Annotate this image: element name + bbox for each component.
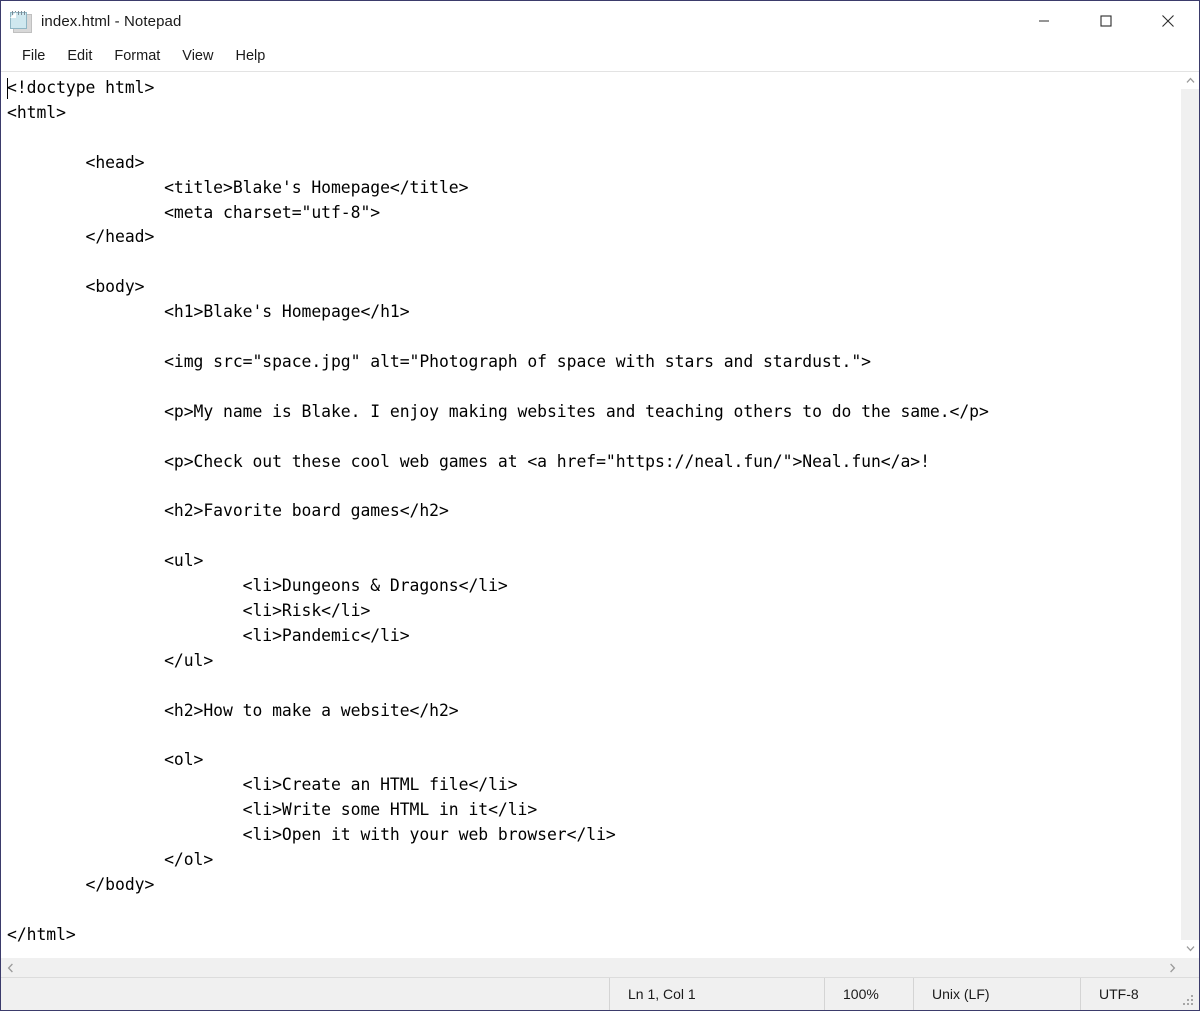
status-encoding: UTF-8 [1080,978,1199,1010]
close-button[interactable] [1137,1,1199,41]
text-editor-area[interactable]: <!doctype html> <html> <head> <title>Bla… [1,72,1180,957]
vertical-scroll-thumb[interactable] [1181,89,1199,940]
menu-item-view[interactable]: View [171,44,224,68]
menu-item-edit[interactable]: Edit [56,44,103,68]
status-bar-spacer [1,978,609,1010]
chevron-up-icon [1186,77,1195,84]
horizontal-scroll-thumb[interactable] [19,958,1163,977]
chevron-left-icon [7,963,14,973]
window-controls [1013,1,1199,41]
menu-item-format[interactable]: Format [103,44,171,68]
chevron-down-icon [1186,945,1195,952]
scrollbar-corner [1181,958,1199,977]
maximize-icon [1100,15,1112,27]
vertical-scrollbar[interactable] [1180,72,1199,957]
scroll-right-button[interactable] [1163,958,1181,977]
horizontal-scrollbar[interactable] [1,957,1199,977]
notepad-icon [9,10,31,32]
notepad-window: index.html - Notepad File [0,0,1200,1011]
scroll-down-button[interactable] [1181,940,1199,957]
resize-grip-icon[interactable] [1183,995,1195,1007]
editor-region: <!doctype html> <html> <head> <title>Bla… [1,71,1199,977]
editor-row: <!doctype html> <html> <head> <title>Bla… [1,72,1199,957]
menu-bar: File Edit Format View Help [1,41,1199,71]
text-caret [7,78,8,99]
status-zoom-level[interactable]: 100% [824,978,913,1010]
minimize-icon [1038,15,1050,27]
title-bar[interactable]: index.html - Notepad [1,1,1199,41]
maximize-button[interactable] [1075,1,1137,41]
status-line-ending: Unix (LF) [913,978,1080,1010]
status-bar: Ln 1, Col 1 100% Unix (LF) UTF-8 [1,977,1199,1010]
minimize-button[interactable] [1013,1,1075,41]
scroll-left-button[interactable] [1,958,19,977]
chevron-right-icon [1169,963,1176,973]
vertical-scroll-track[interactable] [1181,89,1199,940]
status-cursor-position: Ln 1, Col 1 [609,978,824,1010]
scroll-up-button[interactable] [1181,72,1199,89]
close-icon [1161,14,1175,28]
editor-content[interactable]: <!doctype html> <html> <head> <title>Bla… [1,72,1180,948]
window-title: index.html - Notepad [41,13,181,30]
horizontal-scroll-track[interactable] [19,958,1163,977]
menu-item-help[interactable]: Help [224,44,276,68]
menu-item-file[interactable]: File [11,44,56,68]
title-bar-left: index.html - Notepad [1,10,181,32]
